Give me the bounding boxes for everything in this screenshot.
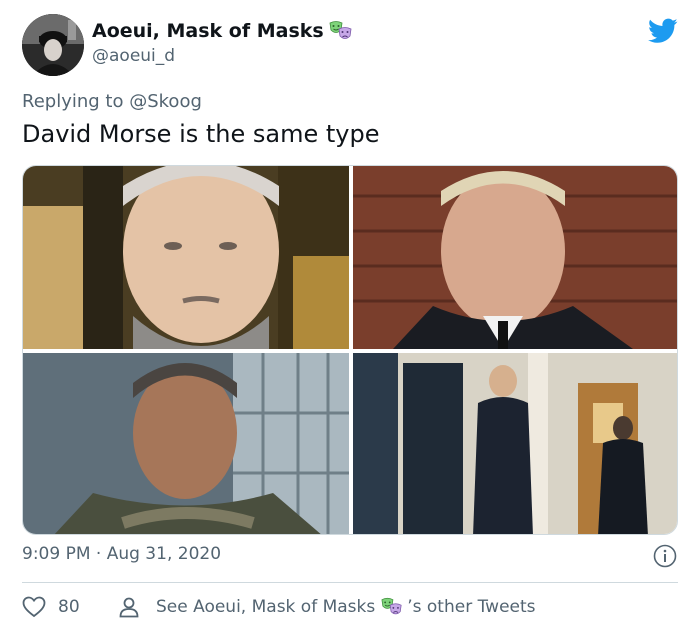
avatar[interactable]	[22, 14, 84, 76]
see-other-suffix: ’s other Tweets	[407, 597, 536, 617]
like-count: 80	[58, 597, 80, 617]
heart-icon	[22, 596, 46, 618]
display-name-text: Aoeui, Mask of Masks	[92, 20, 324, 42]
replying-to: Replying to @Skoog	[22, 91, 202, 112]
tweet-text: David Morse is the same type	[22, 120, 380, 148]
see-other-prefix: See Aoeui, Mask of Masks	[156, 597, 376, 617]
performing-arts-masks-icon	[381, 596, 405, 618]
twitter-bird-icon[interactable]	[648, 18, 678, 44]
tweet-header: Aoeui, Mask of Masks @aoeui_d	[22, 14, 678, 80]
photo-1[interactable]	[23, 166, 349, 349]
see-other-tweets-link[interactable]: See Aoeui, Mask of Masks ’s other Tweets	[118, 596, 536, 618]
like-button[interactable]: 80	[22, 596, 80, 618]
person-icon	[119, 597, 139, 618]
photo-2[interactable]	[353, 166, 677, 349]
author-handle[interactable]: @aoeui_d	[92, 46, 353, 66]
photo-4[interactable]	[353, 353, 677, 534]
tweet-actions: 80 See Aoeui, Mask of Masks ’s other Twe…	[22, 596, 678, 622]
replying-handle[interactable]: @Skoog	[129, 91, 202, 112]
media-grid	[22, 165, 678, 535]
author-names: Aoeui, Mask of Masks @aoeui_d	[92, 20, 353, 66]
display-name[interactable]: Aoeui, Mask of Masks	[92, 20, 353, 42]
divider	[22, 582, 678, 583]
tweet-timestamp[interactable]: 9:09 PM · Aug 31, 2020	[22, 544, 221, 564]
info-icon[interactable]	[653, 544, 677, 568]
performing-arts-masks-icon	[329, 20, 353, 42]
photo-3[interactable]	[23, 353, 349, 534]
replying-prefix: Replying to	[22, 91, 124, 112]
